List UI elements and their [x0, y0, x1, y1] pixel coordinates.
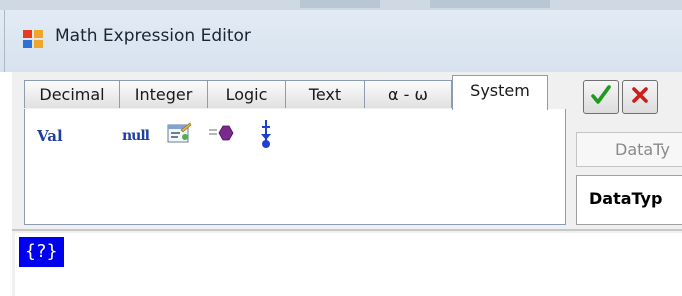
tab-alpha-omega[interactable]: α - ω: [364, 80, 452, 108]
datatype-column-header[interactable]: DataTyp: [576, 175, 682, 225]
checkmark-icon: [590, 84, 612, 110]
ok-button[interactable]: [583, 80, 619, 114]
tab-label: Decimal: [39, 85, 105, 104]
datatype-field[interactable]: DataTy: [576, 132, 682, 167]
tab-strip: Decimal Integer Logic Text α - ω System: [24, 75, 566, 110]
x-icon: [630, 85, 650, 109]
cancel-button[interactable]: [622, 80, 658, 114]
tab-label: Text: [308, 85, 342, 104]
tab-label: α - ω: [388, 85, 428, 104]
tab-text[interactable]: Text: [285, 80, 365, 108]
tab-system[interactable]: System: [452, 75, 548, 110]
tab-decimal[interactable]: Decimal: [24, 80, 120, 108]
purple-hexagon-icon[interactable]: [208, 123, 234, 147]
tab-label: Integer: [134, 85, 193, 104]
background-window-edge: [300, 0, 380, 8]
expression-placeholder-token[interactable]: {?}: [19, 237, 64, 267]
app-icon: [22, 29, 44, 49]
background-window-strip: [0, 0, 682, 10]
null-button[interactable]: null: [122, 128, 150, 144]
expression-editor[interactable]: [15, 233, 682, 296]
val-button[interactable]: Val: [37, 127, 63, 145]
blue-pin-icon[interactable]: [258, 119, 274, 153]
tab-integer[interactable]: Integer: [119, 80, 208, 108]
tab-logic[interactable]: Logic: [207, 80, 286, 108]
background-window-edge: [430, 0, 550, 8]
tab-label: Logic: [225, 85, 268, 104]
properties-icon[interactable]: [166, 122, 192, 148]
tab-label: System: [470, 81, 530, 100]
editor-separator: [12, 229, 682, 231]
window-title: Math Expression Editor: [55, 26, 251, 46]
system-tab-panel: [24, 109, 566, 225]
